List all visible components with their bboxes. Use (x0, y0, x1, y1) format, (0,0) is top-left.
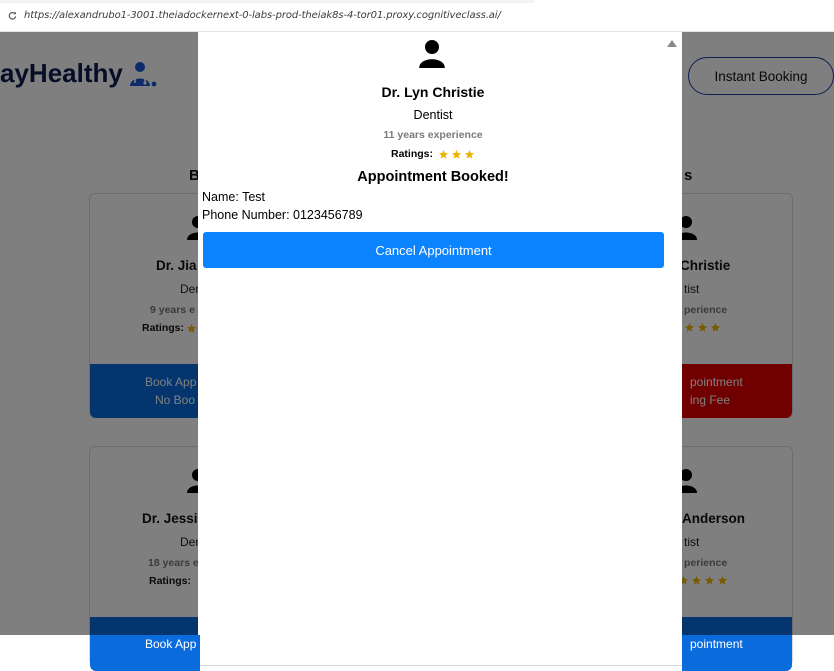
star-icon (451, 149, 462, 159)
scroll-up-arrow-icon[interactable] (667, 40, 677, 47)
doctor-avatar-icon (419, 40, 445, 72)
url-text[interactable]: https://alexandrubo1-3001.theiadockernex… (24, 10, 501, 21)
appointment-popup: Dr. Lyn Christie Dentist 11 years experi… (198, 32, 682, 635)
appointment-booked-heading: Appointment Booked! (357, 169, 509, 185)
popup-doctor-name: Dr. Lyn Christie (381, 84, 485, 100)
cancel-appointment-button[interactable]: Cancel Appointment (203, 232, 664, 268)
ratings-label: Ratings: (391, 148, 433, 160)
patient-name: Name: Test (202, 190, 265, 204)
popup-doctor-experience: 11 years experience (383, 129, 483, 141)
star-icon (438, 149, 449, 159)
tab-strip (0, 0, 834, 3)
popup-doctor-speciality: Dentist (413, 108, 453, 122)
button-line-1: pointment (690, 637, 743, 651)
patient-phone: Phone Number: 0123456789 (202, 208, 363, 222)
popup-ratings: Ratings: (198, 148, 668, 160)
reload-icon[interactable] (4, 8, 20, 24)
star-icon (464, 149, 475, 159)
button-line-1: Book App (145, 637, 197, 651)
browser-address-bar: https://alexandrubo1-3001.theiadockernex… (0, 0, 834, 32)
